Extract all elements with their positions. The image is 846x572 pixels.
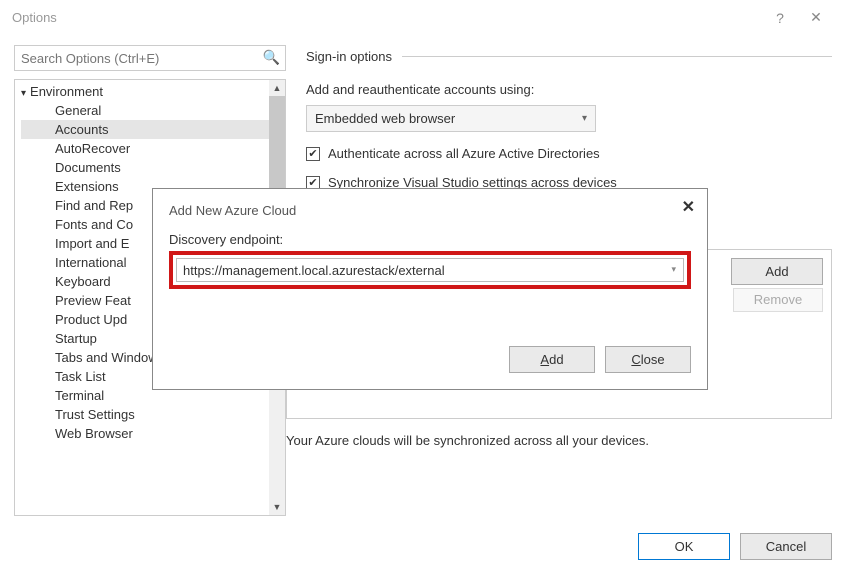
azure-remove-button: Remove (733, 288, 823, 312)
help-icon[interactable]: ? (762, 10, 798, 26)
tree-item-trust-settings[interactable]: Trust Settings (21, 405, 269, 424)
endpoint-wrap: https://management.local.azurestack/exte… (176, 258, 684, 282)
ok-button[interactable]: OK (638, 533, 730, 560)
reauth-label: Add and reauthenticate accounts using: (306, 82, 832, 97)
discovery-endpoint-input[interactable]: https://management.local.azurestack/exte… (176, 258, 684, 282)
modal-title: Add New Azure Cloud (169, 203, 691, 218)
cb-auth-row[interactable]: ✔ Authenticate across all Azure Active D… (306, 146, 832, 161)
browser-combo-value: Embedded web browser (315, 111, 455, 126)
search-container: 🔍 (14, 45, 286, 71)
azure-sync-message: Your Azure clouds will be synchronized a… (286, 433, 649, 448)
scroll-up-icon[interactable]: ▲ (269, 80, 285, 96)
tree-item-accounts[interactable]: Accounts (21, 120, 269, 139)
cancel-button[interactable]: Cancel (740, 533, 832, 560)
discovery-endpoint-value: https://management.local.azurestack/exte… (183, 263, 445, 278)
browser-combo[interactable]: Embedded web browser ▾ (306, 105, 596, 132)
tree-item-general[interactable]: General (21, 101, 269, 120)
signin-heading: Sign-in options (306, 49, 392, 64)
modal-close-button[interactable]: Close (605, 346, 691, 373)
window-title: Options (12, 10, 762, 25)
chevron-down-icon: ▾ (582, 113, 587, 124)
tree-item-web-browser[interactable]: Web Browser (21, 424, 269, 443)
tree-item-autorecover[interactable]: AutoRecover (21, 139, 269, 158)
title-bar: Options ? ✕ (0, 0, 846, 35)
scroll-down-icon[interactable]: ▼ (269, 499, 285, 515)
modal-buttons: Add Close (509, 346, 691, 373)
tree-root-environment[interactable]: Environment (21, 82, 269, 101)
discovery-endpoint-label: Discovery endpoint: (169, 232, 691, 247)
checkbox-checked-icon[interactable]: ✔ (306, 147, 320, 161)
dialog-footer: OK Cancel (638, 533, 832, 560)
close-icon[interactable]: ✕ (798, 9, 834, 26)
section-heading: Sign-in options (306, 49, 832, 64)
cb-auth-label: Authenticate across all Azure Active Dir… (328, 146, 600, 161)
chevron-down-icon[interactable]: ▾ (671, 264, 676, 275)
modal-add-button[interactable]: Add (509, 346, 595, 373)
highlight-annotation: https://management.local.azurestack/exte… (169, 251, 691, 289)
heading-divider (402, 56, 832, 57)
add-azure-cloud-dialog: Add New Azure Cloud ✕ Discovery endpoint… (152, 188, 708, 390)
tree-item-documents[interactable]: Documents (21, 158, 269, 177)
azure-add-button[interactable]: Add (731, 258, 823, 285)
modal-close-icon[interactable]: ✕ (682, 197, 695, 217)
search-input[interactable] (14, 45, 286, 71)
